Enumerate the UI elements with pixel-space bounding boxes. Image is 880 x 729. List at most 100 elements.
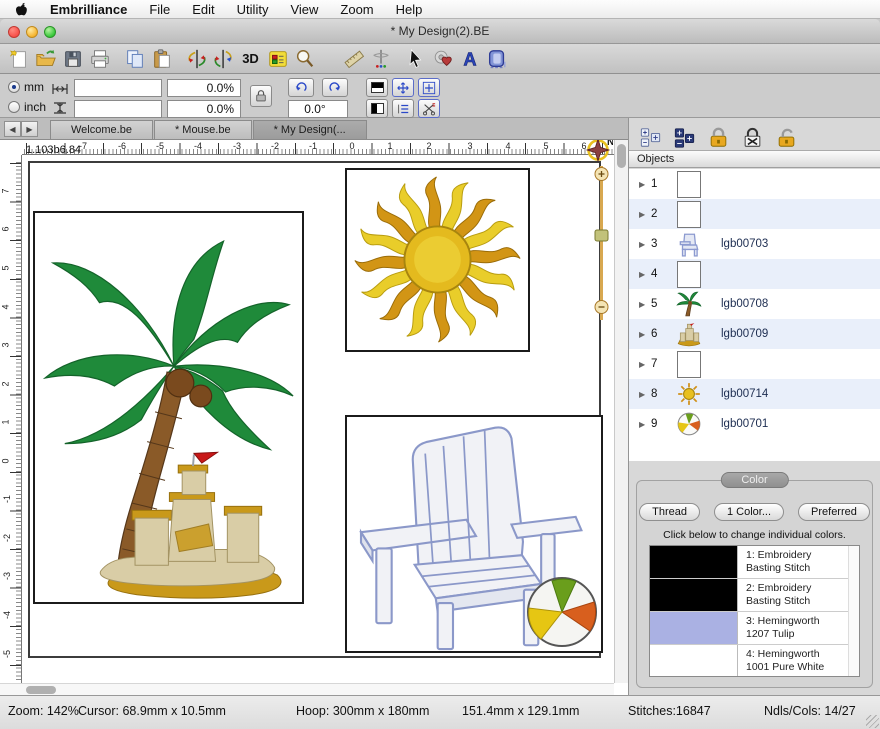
color-row[interactable]: 2: Embroidery Basting Stitch — [650, 579, 859, 612]
copy-button[interactable] — [121, 46, 148, 72]
menu-help[interactable]: Help — [396, 2, 423, 17]
menu-zoom[interactable]: Zoom — [340, 2, 373, 17]
trim-button[interactable] — [418, 99, 440, 118]
disclosure-triangle-icon[interactable]: ▶ — [639, 330, 651, 339]
view-split-horizontal-button[interactable] — [366, 78, 388, 97]
preferred-button[interactable]: Preferred — [798, 503, 870, 521]
disclosure-triangle-icon[interactable]: ▶ — [639, 420, 651, 429]
object-row[interactable]: ▶ 9 lgb00701 — [629, 409, 880, 439]
one-color-button[interactable]: 1 Color... — [714, 503, 784, 521]
unit-mm-radio[interactable]: mm — [8, 80, 44, 94]
ruler-tick-label: 2 — [426, 141, 431, 151]
object-row[interactable]: ▶ 3 lgb00703 — [629, 229, 880, 259]
disclosure-triangle-icon[interactable]: ▶ — [639, 300, 651, 309]
new-document-button[interactable] — [5, 46, 32, 72]
disclosure-triangle-icon[interactable]: ▶ — [639, 390, 651, 399]
design-merge-button[interactable] — [429, 46, 456, 72]
lock-aspect-icon — [255, 89, 267, 103]
save-button[interactable] — [59, 46, 86, 72]
menu-edit[interactable]: Edit — [192, 2, 214, 17]
disclosure-triangle-icon[interactable]: ▶ — [639, 270, 651, 279]
document-tab[interactable]: * My Design(... — [253, 120, 367, 139]
document-tab[interactable]: Welcome.be — [50, 120, 153, 139]
menu-view[interactable]: View — [290, 2, 318, 17]
color-swatch[interactable] — [650, 612, 738, 644]
color-swatch[interactable] — [650, 645, 738, 677]
rotate-left-button[interactable] — [288, 78, 314, 97]
height-percent-input[interactable]: 0.0% — [167, 100, 241, 118]
color-list-scrollbar[interactable] — [848, 546, 859, 676]
lettering-button[interactable]: A — [456, 46, 483, 72]
horizontal-scrollbar-thumb[interactable] — [26, 686, 56, 694]
vertical-scrollbar-thumb[interactable] — [617, 144, 626, 168]
object-row[interactable]: ▶ 1 — [629, 169, 880, 199]
object-row[interactable]: ▶ 4 — [629, 259, 880, 289]
print-button[interactable] — [86, 46, 113, 72]
paste-button[interactable] — [148, 46, 175, 72]
beach-ball-design[interactable] — [524, 574, 600, 650]
thread-button[interactable]: Thread — [639, 503, 700, 521]
menu-utility[interactable]: Utility — [237, 2, 269, 17]
expand-groups-icon[interactable] — [639, 127, 662, 149]
flip-horizontal-button[interactable] — [183, 46, 210, 72]
3d-view-button[interactable]: 3D — [237, 46, 264, 72]
design-canvas[interactable]: -7-6-5-4-3-2-10123456 76543210-1-2-3-4-5… — [0, 140, 628, 695]
design-group-palm-castle[interactable] — [33, 211, 304, 604]
design-group-sun[interactable] — [345, 168, 530, 352]
width-percent-input[interactable]: 0.0% — [167, 79, 241, 97]
stitch-list-button[interactable] — [392, 99, 414, 118]
object-row[interactable]: ▶ 6 lgb00709 — [629, 319, 880, 349]
menu-app-name[interactable]: Embrilliance — [50, 2, 127, 17]
sun-design[interactable] — [350, 172, 525, 347]
inch-radio-label: inch — [24, 100, 46, 114]
color-swatch[interactable] — [650, 579, 738, 611]
document-tab[interactable]: * Mouse.be — [154, 120, 252, 139]
tab-scroll-left-button[interactable]: ◀ — [4, 121, 21, 137]
open-button[interactable] — [32, 46, 59, 72]
object-row[interactable]: ▶ 5 lgb00708 — [629, 289, 880, 319]
height-input[interactable] — [74, 100, 162, 118]
color-row[interactable]: 3: Hemingworth 1207 Tulip — [650, 612, 859, 645]
zoom-tool-button[interactable] — [291, 46, 318, 72]
zoom-slider[interactable] — [593, 158, 610, 328]
object-row[interactable]: ▶ 8 lgb00714 — [629, 379, 880, 409]
object-row[interactable]: ▶ 2 — [629, 199, 880, 229]
disclosure-triangle-icon[interactable]: ▶ — [639, 180, 651, 189]
open-folder-icon — [35, 48, 57, 70]
unlock-icon[interactable] — [775, 127, 798, 149]
flip-vertical-button[interactable] — [210, 46, 237, 72]
move-design-button[interactable] — [392, 78, 414, 97]
color-row[interactable]: 4: Hemingworth 1001 Pure White — [650, 645, 859, 677]
object-row[interactable]: ▶ 7 — [629, 349, 880, 379]
apple-menu-icon[interactable] — [14, 2, 28, 17]
view-split-vertical-button[interactable] — [366, 99, 388, 118]
object-thumbnail — [671, 290, 707, 318]
color-row[interactable]: 1: Embroidery Basting Stitch — [650, 546, 859, 579]
design-group-chair-ball[interactable] — [345, 415, 603, 653]
collapse-groups-icon[interactable] — [673, 127, 696, 149]
center-design-button[interactable] — [418, 78, 440, 97]
vertical-scrollbar[interactable] — [614, 140, 628, 683]
stitch-simulator-button[interactable] — [367, 46, 394, 72]
monogram-button[interactable] — [483, 46, 510, 72]
horizontal-scrollbar[interactable] — [0, 683, 614, 695]
lock-aspect-button[interactable] — [250, 85, 272, 107]
disclosure-triangle-icon[interactable]: ▶ — [639, 210, 651, 219]
unit-inch-radio[interactable]: inch — [8, 100, 46, 114]
color-swatch[interactable] — [650, 546, 738, 578]
measure-button[interactable] — [340, 46, 367, 72]
select-tool-button[interactable] — [402, 46, 429, 72]
width-input[interactable] — [74, 79, 162, 97]
resize-grip[interactable] — [866, 715, 879, 728]
sandcastle-design[interactable] — [83, 449, 299, 601]
properties-button[interactable] — [264, 46, 291, 72]
tab-scroll-right-button[interactable]: ▶ — [21, 121, 38, 137]
lock-none-icon[interactable] — [741, 127, 764, 149]
disclosure-triangle-icon[interactable]: ▶ — [639, 240, 651, 249]
menu-file[interactable]: File — [149, 2, 170, 17]
disclosure-triangle-icon[interactable]: ▶ — [639, 360, 651, 369]
rotation-input[interactable]: 0.0° — [288, 100, 348, 118]
lock-icon[interactable] — [707, 127, 730, 149]
rotate-right-button[interactable] — [322, 78, 348, 97]
color-list: 1: Embroidery Basting Stitch 2: Embroide… — [649, 545, 860, 677]
